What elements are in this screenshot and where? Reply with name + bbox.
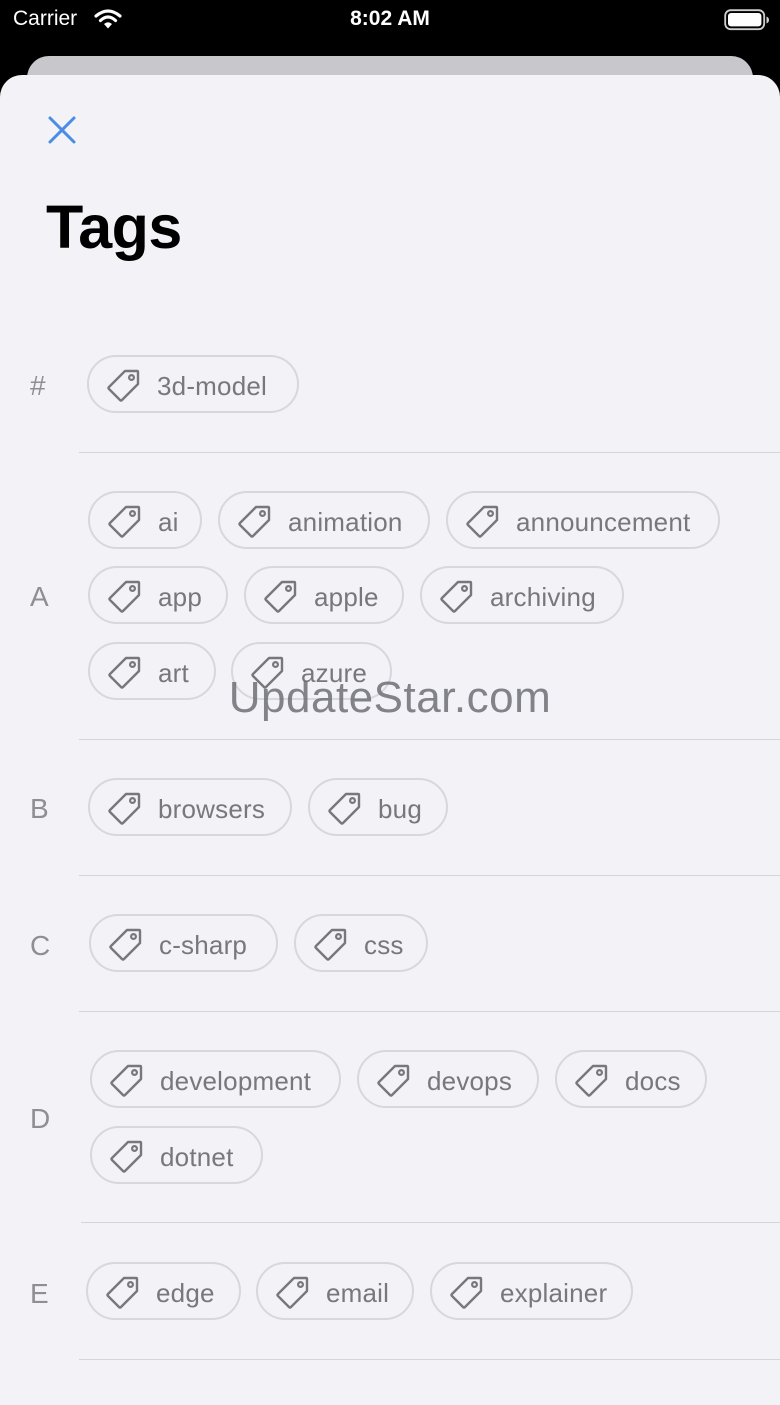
tag-icon	[464, 504, 500, 540]
page-title: Tags	[46, 193, 182, 261]
tag-chip[interactable]: c-sharp	[89, 914, 278, 972]
tag-label: 3d-model	[157, 371, 267, 401]
tag-icon	[438, 579, 474, 615]
tag-chip[interactable]: docs	[555, 1050, 707, 1108]
tag-label: azure	[301, 658, 368, 688]
tag-chip[interactable]: azure	[231, 642, 392, 700]
divider	[79, 875, 780, 876]
tag-label: archiving	[490, 582, 596, 612]
tag-label: animation	[288, 507, 403, 537]
tag-icon	[249, 655, 285, 691]
tag-icon	[236, 504, 272, 540]
tag-icon	[448, 1275, 484, 1311]
tag-label: app	[158, 582, 202, 612]
tag-chip[interactable]: animation	[218, 491, 430, 549]
tag-chip[interactable]: email	[256, 1262, 414, 1320]
tag-label: edge	[156, 1278, 215, 1308]
tag-icon	[108, 1139, 144, 1175]
status-bar: Carrier 8:02 AM	[0, 0, 780, 56]
tag-chip[interactable]: development	[90, 1050, 341, 1108]
tag-chip[interactable]: dotnet	[90, 1126, 263, 1184]
tag-icon	[106, 504, 142, 540]
section-letter: E	[30, 1278, 49, 1309]
tag-icon	[262, 579, 298, 615]
tag-label: dotnet	[160, 1142, 234, 1172]
tag-chip[interactable]: art	[88, 642, 216, 700]
divider	[79, 1359, 780, 1360]
tag-label: bug	[378, 794, 422, 824]
tag-chip[interactable]: apple	[244, 566, 404, 624]
tag-chip[interactable]: bug	[308, 778, 448, 836]
tag-chip[interactable]: css	[294, 914, 428, 972]
tag-label: css	[364, 930, 404, 960]
clock: 8:02 AM	[350, 7, 430, 30]
tag-label: announcement	[516, 507, 691, 537]
tag-icon	[107, 927, 143, 963]
divider	[79, 1011, 780, 1012]
tag-icon	[106, 655, 142, 691]
tag-chip[interactable]: explainer	[430, 1262, 633, 1320]
section-letter: B	[30, 793, 49, 824]
section-letter: C	[30, 930, 51, 961]
close-button[interactable]	[40, 108, 84, 152]
section-letter: D	[30, 1103, 51, 1134]
tag-icon	[106, 791, 142, 827]
tag-label: docs	[625, 1066, 681, 1096]
tag-label: art	[158, 658, 189, 688]
tag-chip[interactable]: archiving	[420, 566, 624, 624]
tag-icon	[312, 927, 348, 963]
section-letter: #	[30, 370, 46, 401]
divider	[79, 739, 780, 740]
tag-label: browsers	[158, 794, 266, 824]
tag-chip[interactable]: browsers	[88, 778, 292, 836]
tag-icon	[105, 368, 141, 404]
tag-label: c-sharp	[159, 930, 248, 960]
close-icon	[48, 116, 76, 144]
tag-chip[interactable]: app	[88, 566, 228, 624]
tags-sheet: Tags # 3d-model A ai animation announcem…	[0, 75, 780, 1405]
divider	[81, 1222, 780, 1223]
divider	[79, 452, 780, 453]
tag-chip[interactable]: 3d-model	[87, 355, 299, 413]
tag-icon	[375, 1063, 411, 1099]
tag-chip[interactable]: edge	[86, 1262, 241, 1320]
tag-label: devops	[427, 1066, 513, 1096]
tag-label: email	[326, 1278, 390, 1308]
section-letter: A	[30, 581, 49, 612]
tag-chip[interactable]: announcement	[446, 491, 720, 549]
tag-label: explainer	[500, 1278, 608, 1308]
tag-chip[interactable]: devops	[357, 1050, 539, 1108]
tag-icon	[573, 1063, 609, 1099]
tag-icon	[108, 1063, 144, 1099]
tag-icon	[326, 791, 362, 827]
tag-label: apple	[314, 582, 379, 612]
tag-icon	[104, 1275, 140, 1311]
tag-icon	[274, 1275, 310, 1311]
tag-label: ai	[158, 507, 179, 537]
tag-chip[interactable]: ai	[88, 491, 202, 549]
tag-label: development	[160, 1066, 312, 1096]
tag-icon	[106, 579, 142, 615]
battery-icon	[724, 9, 770, 36]
